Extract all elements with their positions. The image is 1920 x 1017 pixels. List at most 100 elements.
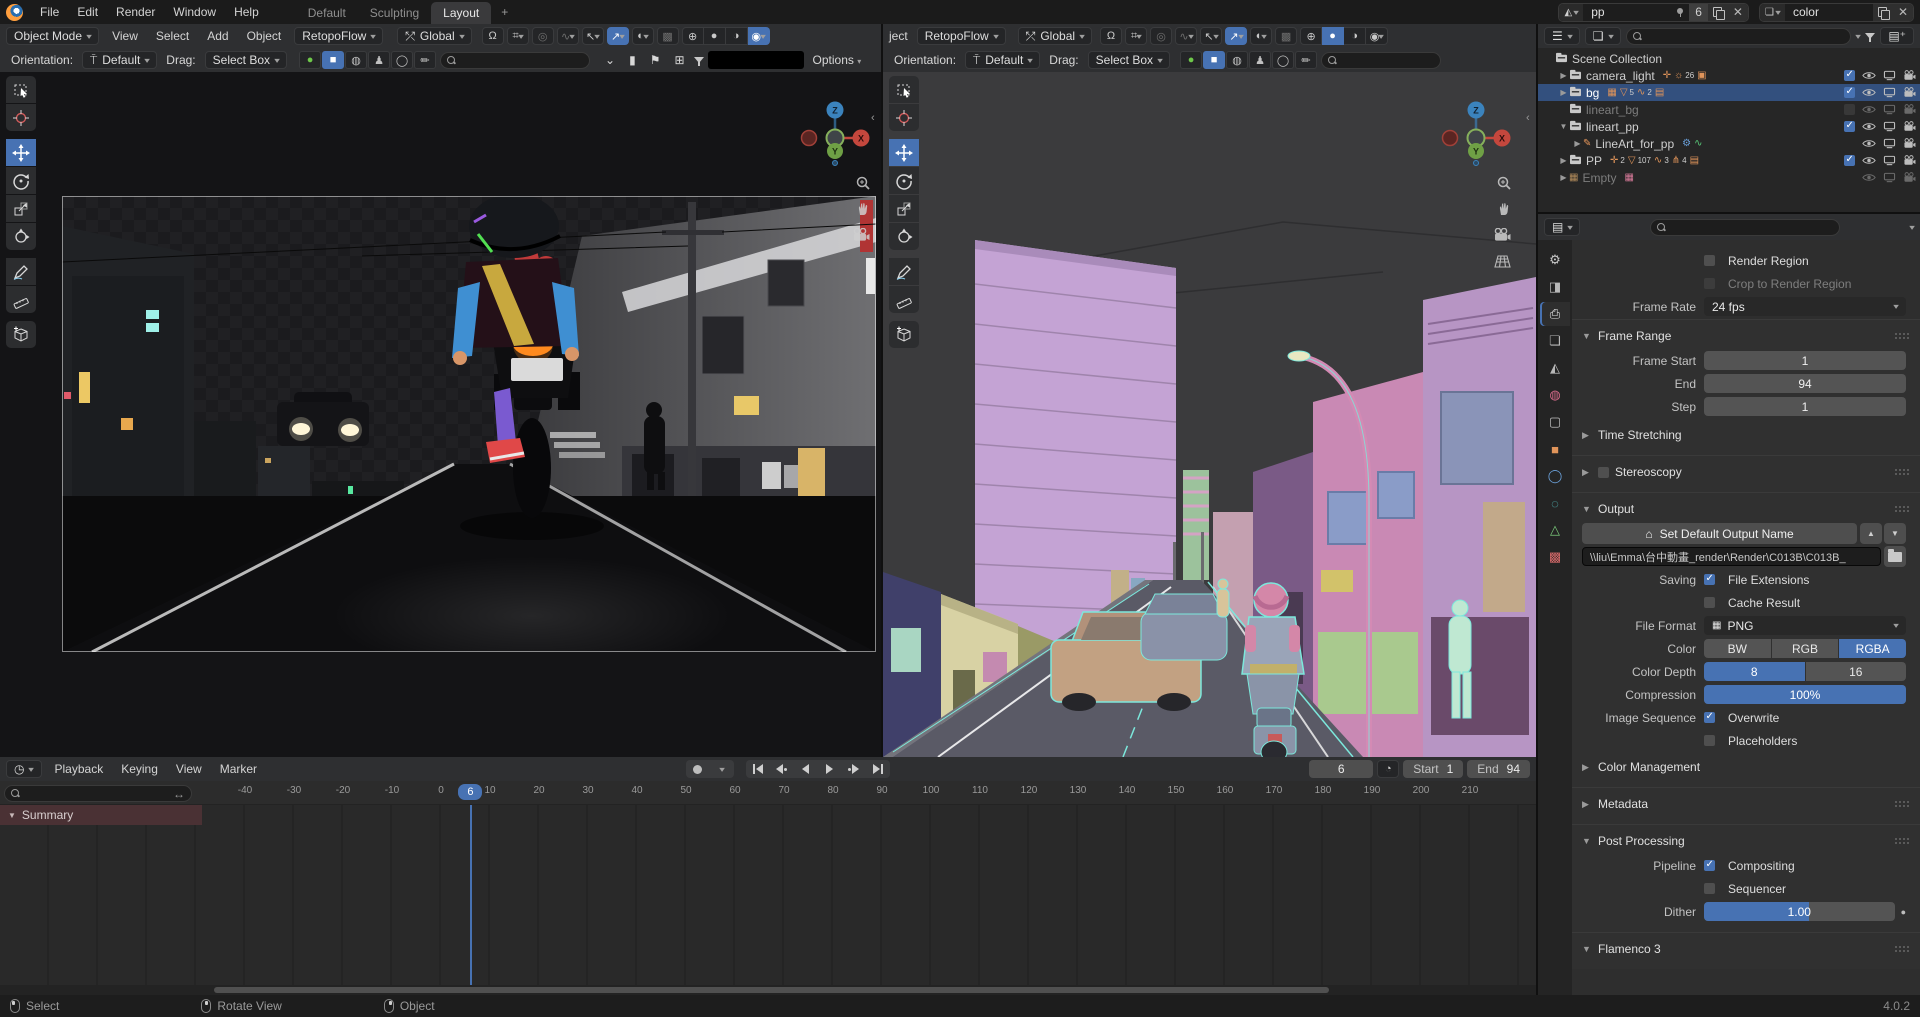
crop-region-checkbox[interactable] (1704, 278, 1715, 289)
retopoflow-menu[interactable]: RetopoFlow▾ (917, 27, 1006, 45)
timeline-menu-keying[interactable]: Keying (112, 760, 167, 778)
include-checkbox[interactable] (1844, 121, 1855, 132)
tool-select-box[interactable] (889, 76, 919, 103)
color-option-rgba[interactable]: RGBA (1839, 639, 1906, 658)
play-reverse-button[interactable] (794, 760, 818, 778)
snap-target-icon[interactable]: ⌗▾ (1125, 27, 1147, 45)
camera-toggle-icon[interactable] (1903, 138, 1916, 149)
shading-material-icon[interactable]: ◑ (1344, 27, 1366, 45)
navigation-gizmo[interactable]: Z X Y (800, 96, 870, 166)
tool-cursor[interactable] (6, 104, 36, 131)
auto-key-dropdown[interactable]: ▾ (710, 760, 734, 778)
output-preset-down-button[interactable]: ▼ (1884, 523, 1906, 544)
jump-start-button[interactable] (746, 760, 770, 778)
editor-type-dropdown[interactable]: ☰▾ (1544, 27, 1580, 45)
snap-target-icon[interactable]: ⌗▾ (507, 27, 529, 45)
xray-toggle-icon[interactable]: ▩ (1275, 27, 1297, 45)
screen-toggle-icon[interactable] (1883, 121, 1896, 132)
camera-toggle-icon[interactable] (1903, 87, 1916, 98)
disclosure-down-icon[interactable]: ▼ (1558, 122, 1569, 131)
blender-logo-icon[interactable] (6, 4, 23, 21)
tool-scale[interactable] (6, 195, 36, 222)
menu-render[interactable]: Render (107, 3, 164, 21)
cache-result-checkbox[interactable] (1704, 597, 1715, 608)
timeline-menu-marker[interactable]: Marker (211, 760, 266, 778)
next-keyframe-button[interactable] (842, 760, 866, 778)
proportional-edit-icon[interactable]: ◎ (532, 27, 554, 45)
tool-rotate[interactable] (6, 167, 36, 194)
filter-funnel-icon[interactable] (694, 57, 704, 63)
disclosure-right-icon[interactable]: ▶ (1558, 173, 1569, 182)
timeline-scrollbar-thumb[interactable] (214, 987, 1329, 993)
output-header[interactable]: ▼Output (1572, 497, 1920, 521)
shading-solid-icon[interactable]: ● (1322, 27, 1344, 45)
tool-rotate[interactable] (889, 167, 919, 194)
include-checkbox[interactable] (1844, 104, 1855, 115)
eye-toggle-icon[interactable] (1862, 87, 1876, 98)
scene-name[interactable]: pp (1583, 5, 1671, 19)
properties-tab-physics[interactable]: ◌ (1540, 491, 1570, 515)
screen-toggle-icon[interactable] (1883, 70, 1896, 81)
menu-file[interactable]: File (31, 3, 68, 21)
tool-add-cube[interactable] (6, 321, 36, 348)
screen-toggle-icon[interactable] (1883, 104, 1896, 115)
sidebar-collapse-arrow[interactable]: ‹ (1526, 112, 1530, 124)
auto-key-button[interactable] (686, 760, 710, 778)
frame-range-header[interactable]: ▼Frame Range (1572, 324, 1920, 348)
orientation-dropdown[interactable]: ⤱ Global▾ (1018, 27, 1092, 45)
shading-solid-icon[interactable]: ● (704, 27, 726, 45)
zoom-icon[interactable] (852, 172, 874, 194)
camera-toggle-icon[interactable] (1903, 155, 1916, 166)
jump-end-button[interactable] (866, 760, 890, 778)
eye-toggle-icon[interactable] (1862, 104, 1876, 115)
color-management-header[interactable]: ▶Color Management (1572, 755, 1920, 779)
outliner-row-scene-collection[interactable]: Scene Collection (1538, 50, 1920, 67)
tool-annotate[interactable] (6, 258, 36, 285)
camera-view-icon[interactable] (1491, 224, 1513, 246)
chevron-down-icon[interactable]: ▾ (1856, 32, 1862, 41)
properties-tab-data[interactable]: △ (1540, 518, 1570, 542)
new-collection-button[interactable]: ▤⁺ (1880, 27, 1914, 45)
snap-magnet-icon[interactable]: Ω (1100, 27, 1122, 45)
camera-view-icon[interactable] (850, 224, 872, 246)
shading-material-icon[interactable]: ◑ (726, 27, 748, 45)
clipped-object-menu[interactable]: ject (889, 29, 913, 43)
outliner-row-lineart-for-pp[interactable]: ▶✎LineArt_for_pp⚙∿ (1538, 135, 1920, 152)
play-button[interactable] (818, 760, 842, 778)
depth-option-8[interactable]: 8 (1704, 662, 1805, 681)
tool-measure[interactable] (6, 286, 36, 313)
scene-users-count[interactable]: 6 (1689, 4, 1708, 21)
green-ball-icon[interactable]: ● (299, 51, 321, 69)
outliner-row-lineart-pp[interactable]: ▼lineart_pp (1538, 118, 1920, 135)
pin-icon[interactable] (1675, 7, 1685, 17)
properties-tab-object[interactable]: ■ (1540, 437, 1570, 461)
orientation-dropdown[interactable]: ⤱ Global▾ (397, 27, 471, 45)
menu-help[interactable]: Help (225, 3, 268, 21)
use-preview-range-icon[interactable]: ◔ (1377, 760, 1399, 778)
disclosure-right-icon[interactable]: ▶ (1572, 139, 1583, 148)
overlays-toggle-icon[interactable]: ◐▾ (632, 27, 654, 45)
cylinder-icon[interactable]: ▮ (624, 53, 641, 67)
falloff-curve-icon[interactable]: ∿▾ (557, 27, 579, 45)
workspace-tab-default[interactable]: Default (296, 2, 358, 24)
time-stretching-header[interactable]: ▶Time Stretching (1572, 423, 1920, 447)
screen-toggle-icon[interactable] (1883, 87, 1896, 98)
select-visibility-icon[interactable]: ↖▾ (582, 27, 604, 45)
falloff-curve-icon[interactable]: ∿▾ (1175, 27, 1197, 45)
outliner-row-pp[interactable]: ▶PP✛2▽107∿3⋔4▤ (1538, 152, 1920, 169)
frame-step-field[interactable]: 1 (1704, 397, 1906, 416)
viewport-menu-view[interactable]: View (103, 27, 147, 45)
workspace-tab-sculpting[interactable]: Sculpting (358, 2, 431, 24)
timeline-menu-view[interactable]: View (167, 760, 211, 778)
timeline-ruler[interactable]: -40-30-20-100102030405060708090100110120… (0, 781, 1536, 805)
timeline-menu-playback[interactable]: Playback (46, 760, 113, 778)
display-mode-dropdown[interactable]: ❏▾ (1585, 27, 1621, 45)
properties-tab-world[interactable]: ◍ (1540, 383, 1570, 407)
file-format-dropdown[interactable]: ▦PNG▾ (1704, 616, 1906, 635)
viewport-menu-object[interactable]: Object (238, 27, 291, 45)
tool-add-cube[interactable] (889, 321, 919, 348)
brush-icon[interactable]: ✏ (1295, 51, 1317, 69)
search-input[interactable] (1321, 52, 1441, 69)
frame-rate-dropdown[interactable]: 24 fps▾ (1704, 297, 1906, 316)
depth-option-16[interactable]: 16 (1806, 662, 1907, 681)
